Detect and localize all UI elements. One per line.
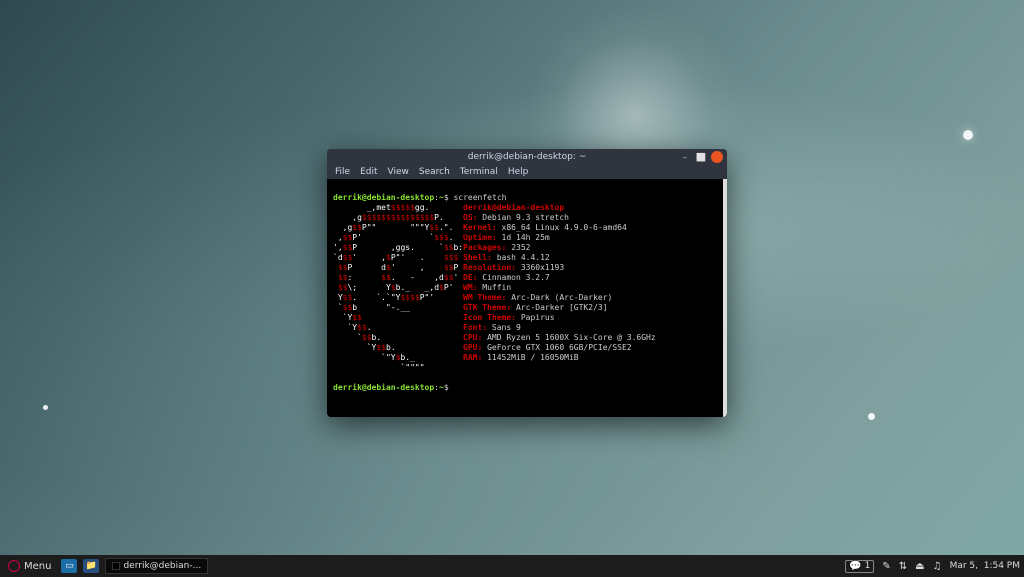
font-key: Font: xyxy=(463,323,487,332)
resolution-val: 3360x1193 xyxy=(521,263,564,272)
terminal-window[interactable]: derrik@debian-desktop: ~ – ⬜ File Edit V… xyxy=(327,149,727,417)
notification-indicator[interactable]: 💬 1 xyxy=(845,560,874,573)
desktop-background[interactable]: derrik@debian-desktop: ~ – ⬜ File Edit V… xyxy=(0,0,1024,577)
decor-dot xyxy=(868,413,875,420)
menu-edit[interactable]: Edit xyxy=(360,167,377,177)
de-val: Cinnamon 3.2.7 xyxy=(482,273,549,282)
os-key: OS: xyxy=(463,213,477,222)
kernel-key: Kernel: xyxy=(463,223,497,232)
decor-dot xyxy=(963,130,973,140)
menu-terminal[interactable]: Terminal xyxy=(460,167,498,177)
prompt-dollar: $ xyxy=(444,193,449,202)
menu-view[interactable]: View xyxy=(388,167,409,177)
wm-key: WM: xyxy=(463,283,477,292)
shell-val: bash 4.4.12 xyxy=(497,253,550,262)
menu-search[interactable]: Search xyxy=(419,167,450,177)
menu-icon xyxy=(8,560,20,572)
chat-icon: 💬 xyxy=(849,561,861,572)
uptime-val: 1d 14h 25m xyxy=(502,233,550,242)
typed-command: screenfetch xyxy=(453,193,506,202)
titlebar[interactable]: derrik@debian-desktop: ~ – ⬜ xyxy=(327,149,727,166)
task-label: derrik@debian-... xyxy=(123,559,201,573)
wm-val: Muffin xyxy=(482,283,511,292)
prompt-user: derrik@debian-desktop xyxy=(333,193,434,202)
show-desktop-icon[interactable]: ▭ xyxy=(61,559,77,573)
icontheme-key: Icon Theme: xyxy=(463,313,516,322)
notification-count: 1 xyxy=(865,561,871,571)
packages-key: Packages: xyxy=(463,243,506,252)
gpu-key: GPU: xyxy=(463,343,482,352)
prompt-dollar: $ xyxy=(444,383,449,392)
editor-tray-icon[interactable]: ✎ xyxy=(882,561,890,572)
date-label: Mar 5, xyxy=(950,561,978,571)
cpu-val: AMD Ryzen 5 1600X Six-Core @ 3.6GHz xyxy=(487,333,656,342)
clock[interactable]: Mar 5, 1:54 PM xyxy=(950,561,1020,571)
de-key: DE: xyxy=(463,273,477,282)
ascii-logo: _,met$$$$$gg. ,g$$$$$$$$$$$$$$$P. ,g$$P"… xyxy=(333,203,463,373)
minimize-button[interactable]: – xyxy=(679,151,691,163)
info-header: derrik@debian-desktop xyxy=(463,203,564,212)
shell-key: Shell: xyxy=(463,253,492,262)
maximize-button[interactable]: ⬜ xyxy=(695,151,707,163)
resolution-key: Resolution: xyxy=(463,263,516,272)
os-val: Debian 9.3 stretch xyxy=(482,213,569,222)
icontheme-val: Papirus xyxy=(521,313,555,322)
gpu-val: GeForce GTX 1060 6GB/PCIe/SSE2 xyxy=(487,343,632,352)
terminal-body[interactable]: derrik@debian-desktop:~$ screenfetch _,m… xyxy=(327,179,727,417)
menu-button[interactable]: Menu xyxy=(4,560,55,572)
scrollbar[interactable] xyxy=(723,179,727,417)
wmtheme-key: WM Theme: xyxy=(463,293,506,302)
disk-tray-icon[interactable]: ⏏ xyxy=(915,561,924,572)
font-val: Sans 9 xyxy=(492,323,521,332)
menu-label: Menu xyxy=(24,561,51,572)
menubar: File Edit View Search Terminal Help xyxy=(327,166,727,179)
time-label: 1:54 PM xyxy=(984,561,1020,571)
cpu-key: CPU: xyxy=(463,333,482,342)
files-icon[interactable]: 📁 xyxy=(83,559,99,573)
network-tray-icon[interactable]: ⇅ xyxy=(899,561,907,572)
uptime-key: Uptime: xyxy=(463,233,497,242)
window-title: derrik@debian-desktop: ~ xyxy=(468,152,586,162)
menu-help[interactable]: Help xyxy=(508,167,529,177)
ram-val: 11452MiB / 16050MiB xyxy=(487,353,579,362)
sound-tray-icon[interactable]: ♫ xyxy=(933,561,942,572)
ram-key: RAM: xyxy=(463,353,482,362)
decor-dot xyxy=(43,405,48,410)
close-button[interactable] xyxy=(711,151,723,163)
packages-val: 2352 xyxy=(511,243,530,252)
kernel-val: x86_64 Linux 4.9.0-6-amd64 xyxy=(502,223,627,232)
sysinfo: derrik@debian-desktop OS: Debian 9.3 str… xyxy=(463,203,656,363)
menu-file[interactable]: File xyxy=(335,167,350,177)
prompt-user: derrik@debian-desktop xyxy=(333,383,434,392)
gtktheme-val: Arc-Darker [GTK2/3] xyxy=(516,303,608,312)
taskbar-active-task[interactable]: derrik@debian-... xyxy=(105,558,208,574)
gtktheme-key: GTK Theme: xyxy=(463,303,511,312)
wmtheme-val: Arc-Dark (Arc-Darker) xyxy=(511,293,612,302)
terminal-task-icon xyxy=(112,562,120,570)
taskbar: Menu ▭ 📁 derrik@debian-... 💬 1 ✎ ⇅ ⏏ ♫ M… xyxy=(0,555,1024,577)
